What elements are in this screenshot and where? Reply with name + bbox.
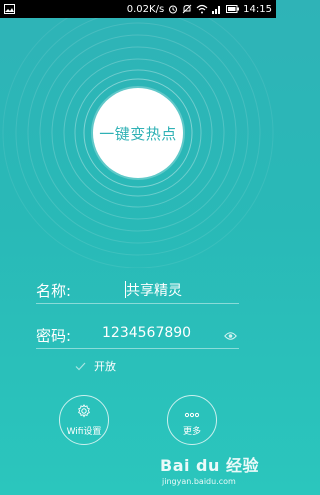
network-speed: 0.02K/s — [126, 3, 165, 15]
open-checkbox[interactable] — [74, 360, 86, 372]
signal-icon — [212, 4, 222, 14]
baidu-jingyan-watermark: Bai du 经验 jingyan.baidu.com — [160, 450, 276, 495]
more-dots-icon — [184, 403, 200, 422]
status-bar: 0.02K/s 14:15 — [0, 0, 276, 18]
wifi-icon — [196, 4, 208, 14]
password-field-row: 密码: 1234567890 — [36, 322, 239, 349]
password-label: 密码: — [36, 327, 72, 345]
wifi-settings-label: Wifi设置 — [66, 427, 102, 437]
name-field-row: 名称: 共享精灵 — [36, 277, 239, 304]
gear-icon — [77, 403, 91, 422]
more-button[interactable]: 更多 — [167, 395, 217, 445]
hotspot-button-label: 一键变热点 — [99, 124, 177, 143]
wifi-settings-button[interactable]: Wifi设置 — [59, 395, 109, 445]
battery-icon — [226, 5, 240, 13]
alarm-icon — [168, 4, 178, 14]
clock: 14:15 — [243, 3, 272, 15]
password-input[interactable]: 1234567890 — [102, 325, 191, 341]
more-label: 更多 — [182, 427, 201, 437]
open-label: 开放 — [94, 360, 116, 373]
image-notification-icon — [4, 4, 15, 14]
name-input[interactable]: 共享精灵 — [126, 280, 182, 300]
watermark-url: jingyan.baidu.com — [162, 477, 236, 486]
watermark-brand: Bai du 经验 — [160, 456, 259, 475]
eye-icon[interactable] — [224, 326, 237, 345]
one-key-hotspot-button[interactable]: 一键变热点 — [93, 88, 183, 178]
mute-icon — [182, 4, 192, 14]
name-label: 名称: — [36, 282, 72, 300]
open-option[interactable]: 开放 — [74, 358, 116, 374]
